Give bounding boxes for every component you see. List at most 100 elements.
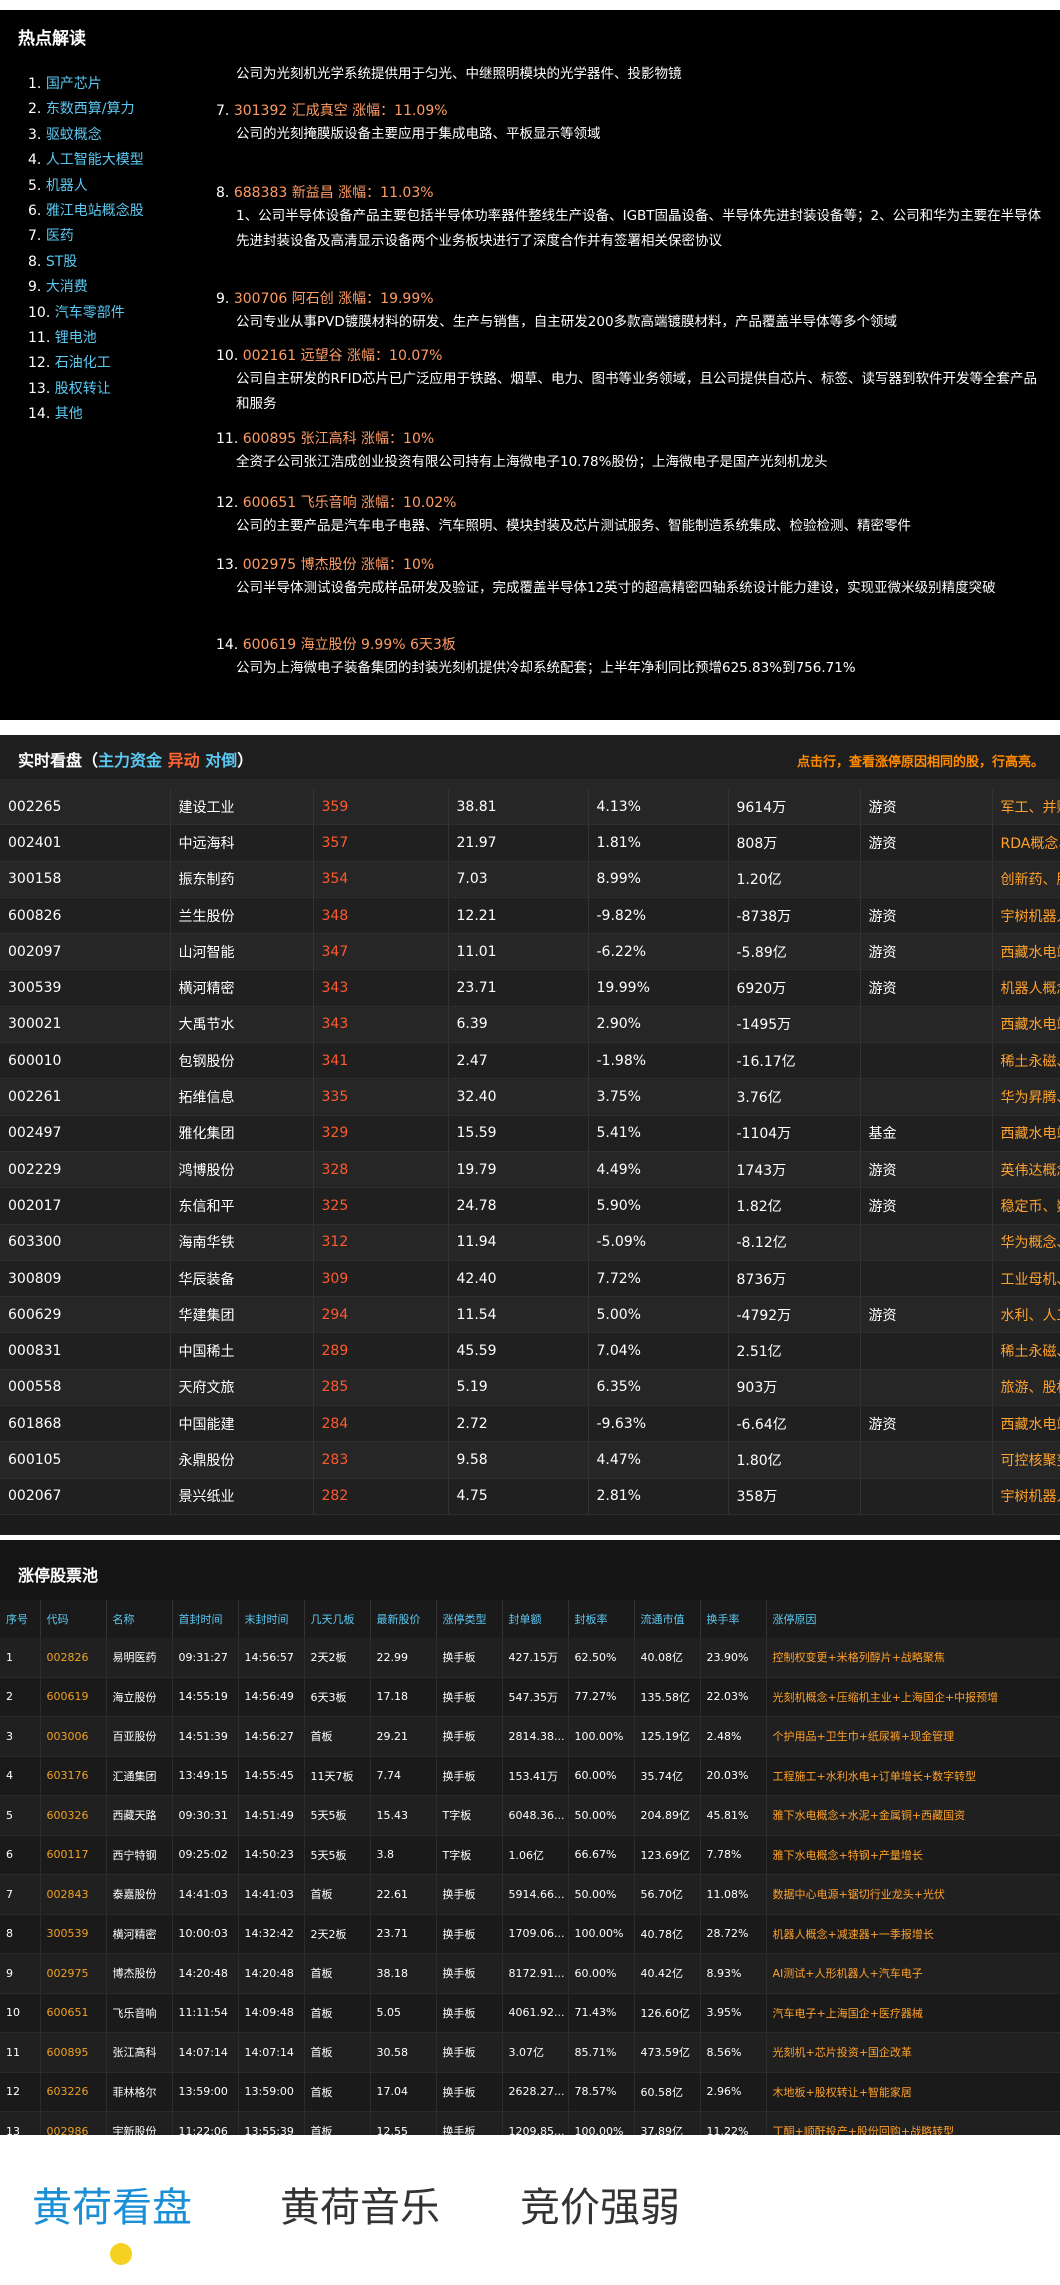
column-header[interactable]: 代码 [40,1600,107,1638]
column-header[interactable]: 涨停原因 [766,1600,1060,1638]
change-pct: 7.72% [588,1260,729,1298]
news-description: 公司半导体测试设备完成样品研发及验证，完成覆盖半导体12英寸的超高精密四轴系统设… [236,580,996,596]
category-label: 机器人 [45,177,88,194]
category-item[interactable]: 1. 国产芯片 [28,72,144,97]
table-cell: 09:31:27 [172,1638,239,1678]
category-item[interactable]: 10. 汽车零部件 [28,301,144,326]
table-row[interactable]: 10 600651 飞乐音响 11:11:54 14:09:48 首板 5.05 换手板 406… [0,1993,1060,2033]
category-item[interactable]: 2. 东数西算/算力 [28,97,144,122]
tab-cross-trade[interactable]: 对倒 [205,751,237,770]
table-row[interactable]: 002401中远海科35721.971.81%808万游资RDA概念、信创 [0,824,1060,862]
realtime-header: 实时看盘（主力资金 异动 对倒） 点击行，查看涨停原因相同的股，行高亮。 [0,735,1060,780]
table-cell: 汽车电子+上海国企+医疗器械 [766,1993,1060,2033]
column-header[interactable]: 最新股价 [370,1600,437,1638]
nav-tab-music[interactable]: 黄荷音乐 [280,2175,440,2233]
news-item[interactable]: 8. 688383 新益昌 涨幅：11.03% 1、公司半导体设备产品主要包括半导… [216,182,1046,254]
table-row[interactable]: 000558天府文旅2855.196.35%903万 旅游、股权转让 [0,1369,1060,1407]
table-row[interactable]: 600629华建集团29411.545.00%-4792万游资水利、人工智能 [0,1296,1060,1334]
news-item[interactable]: 13. 002975 博杰股份 涨幅：10% 公司半导体测试设备完成样品研发及验证… [216,554,1046,601]
news-item[interactable]: 12. 600651 飞乐音响 涨幅：10.02% 公司的主要产品是汽车电子电器、… [216,492,1046,539]
table-cell: 29.21 [370,1716,437,1757]
news-description: 公司的主要产品是汽车电子电器、汽车照明、模块封装及芯片测试服务、智能制造系统集成… [236,518,911,534]
table-cell: 9 [0,1953,41,1994]
table-row[interactable]: 300539横河精密34323.7119.99%6920万游资机器人概念、减速器 [0,969,1060,1007]
table-cell: 427.15万 [502,1638,569,1678]
table-row[interactable]: 300809华辰装备30942.407.72%8736万 工业母机、芯片 [0,1260,1060,1298]
table-row[interactable]: 000831中国稀土28945.597.04%2.51亿 稀土永磁、平台经济 [0,1332,1060,1370]
table-row[interactable]: 9 002975 博杰股份 14:20:48 14:20:48 首板 38.18 换手板 817… [0,1953,1060,1994]
table-row[interactable]: 300021大禹节水3436.392.90%-1495万 西藏水电站、水利 [0,1006,1060,1044]
table-cell: 60.00% [568,1953,635,1994]
change-pct: -9.63% [588,1405,729,1443]
category-label: 汽车零部件 [54,304,125,321]
news-item[interactable]: 7. 301392 汇成真空 涨幅：11.09% 公司的光刻掩膜版设备主要应用于集… [216,100,1046,147]
table-row[interactable]: 002017东信和平32524.785.90%1.82亿游资稳定币、数字经济 [0,1187,1060,1225]
table-cell: 600895 [40,2032,107,2073]
table-row[interactable]: 7 002843 泰嘉股份 14:41:03 14:41:03 首板 22.61 换手板 591… [0,1874,1060,1915]
table-row[interactable]: 002067景兴纸业2824.752.81%358万 宇树机器人、造纸 [0,1478,1060,1515]
table-row[interactable]: 600826兰生股份34812.21-9.82%-8738万游资宇树机器人、首发… [0,897,1060,935]
column-header[interactable]: 末封时间 [238,1600,305,1638]
column-header[interactable]: 几天几板 [304,1600,371,1638]
category-item[interactable]: 5. 机器人 [28,174,144,199]
category-item[interactable]: 8. ST股 [28,250,144,275]
news-stock-change: 688383 新益昌 涨幅：11.03% [233,185,434,201]
table-row[interactable]: 6 600117 西宁特钢 09:25:02 14:50:23 5天5板 3.8 T字板 1.0… [0,1835,1060,1875]
table-row[interactable]: 002265建设工业35938.814.13%9614万游资军工、并购重组 [0,789,1060,826]
table-row[interactable]: 5 600326 西藏天路 09:30:31 14:51:49 5天5板 15.43 T字板 6… [0,1795,1060,1836]
category-item[interactable]: 14. 其他 [28,402,144,427]
nav-tab-auction[interactable]: 竞价强弱 [520,2175,680,2233]
table-row[interactable]: 300158振东制药3547.038.99%1.20亿 创新药、肝炎概念 [0,861,1060,898]
bottom-nav: 黄荷看盘 黄荷音乐 竞价强弱 [0,2135,1060,2285]
table-cell: 5.05 [370,1993,437,2033]
table-row[interactable]: 12 603226 菲林格尔 13:59:00 13:59:00 首板 17.04 换手板 26… [0,2072,1060,2112]
category-item[interactable]: 13. 股权转让 [28,377,144,402]
news-item[interactable]: 11. 600895 张江高科 涨幅：10% 全资子公司张江浩成创业投资有限公司持… [216,428,1046,475]
table-row[interactable]: 002497雅化集团32915.595.41%-1104万基金西藏水电站、汽车零… [0,1115,1060,1152]
tab-main-capital[interactable]: 主力资金 [98,751,162,770]
column-header[interactable]: 换手率 [700,1600,767,1638]
category-item[interactable]: 6. 雅江电站概念股 [28,199,144,224]
category-item[interactable]: 9. 大消费 [28,275,144,300]
column-header[interactable]: 序号 [0,1600,41,1638]
table-row[interactable]: 603300海南华铁31211.94-5.09%-8.12亿 华为概念、算力 [0,1224,1060,1261]
category-item[interactable]: 7. 医药 [28,224,144,249]
column-header[interactable]: 封板率 [568,1600,635,1638]
table-row[interactable]: 11 600895 张江高科 14:07:14 14:07:14 首板 30.58 换手板 3.… [0,2032,1060,2073]
table-cell: 菲林格尔 [106,2072,173,2112]
table-row[interactable]: 601868中国能建2842.72-9.63%-6.64亿游资西藏水电站、中字头 [0,1405,1060,1443]
news-description: 1、公司半导体设备产品主要包括半导体功率器件整线生产设备、IGBT固晶设备、半导… [236,208,1042,249]
tab-abnormal[interactable]: 异动 [168,751,200,770]
category-item[interactable]: 12. 石油化工 [28,351,144,376]
category-item[interactable]: 4. 人工智能大模型 [28,148,144,173]
category-item[interactable]: 11. 锂电池 [28,326,144,351]
table-row[interactable]: 2 600619 海立股份 14:55:19 14:56:49 6天3板 17.18 换手板 5… [0,1677,1060,1717]
table-row[interactable]: 002097山河智能34711.01-6.22%-5.89亿游资西藏水电站、消费… [0,933,1060,971]
table-row[interactable]: 4 603176 汇通集团 13:49:15 14:55:45 11天7板 7.74 换手板 1… [0,1756,1060,1796]
table-row[interactable]: 13 002986 宇新股份 11:22:06 13:55:39 首板 12.55 换手板 12… [0,2111,1060,2135]
table-row[interactable]: 1 002826 易明医药 09:31:27 14:56:57 2天2板 22.99 换手板 4… [0,1638,1060,1678]
column-header[interactable]: 流通市值 [634,1600,701,1638]
table-row[interactable]: 600105永鼎股份2839.584.47%1.80亿 可控核聚变、5G [0,1441,1060,1479]
capital-type: 游资 [860,824,993,862]
table-cell: 丁酮+顺酐投产+股份回购+战略转型 [766,2111,1060,2135]
table-row[interactable]: 3 003006 百亚股份 14:51:39 14:56:27 首板 29.21 换手板 281… [0,1716,1060,1757]
nav-tab-market[interactable]: 黄荷看盘 [32,2175,192,2233]
table-row[interactable]: 600010包钢股份3412.47-1.98%-16.17亿 稀土永磁、铁矿石 [0,1042,1060,1080]
table-row[interactable]: 002261拓维信息33532.403.75%3.76亿 华为昇腾、算力 [0,1078,1060,1116]
column-header[interactable]: 名称 [106,1600,173,1638]
table-row[interactable]: 8 300539 横河精密 10:00:03 14:32:42 2天2板 23.71 换手板 1… [0,1914,1060,1954]
column-header[interactable]: 涨停类型 [436,1600,503,1638]
news-item[interactable]: 14. 600619 海立股份 9.99% 6天3板 公司为上海微电子装备集团的封… [216,634,1046,681]
column-header[interactable]: 封单额 [502,1600,569,1638]
change-pct: -9.82% [588,897,729,935]
column-header[interactable]: 首封时间 [172,1600,239,1638]
price: 6.39 [448,1006,589,1044]
table-row[interactable]: 002229鸿博股份32819.794.49%1743万游资英伟达概念、Chat… [0,1151,1060,1189]
realtime-hint: 点击行，查看涨停原因相同的股，行高亮。 [796,755,1044,770]
table-cell: 4061.92... [502,1993,569,2033]
news-item[interactable]: 10. 002161 远望谷 涨幅：10.07% 公司自主研发的RFID芯片已广泛… [216,345,1046,417]
news-item[interactable]: 9. 300706 阿石创 涨幅：19.99% 公司专业从事PVD镀膜材料的研发、… [216,288,1046,335]
category-item[interactable]: 3. 驱蚊概念 [28,123,144,148]
fund-flow: -4792万 [728,1296,861,1334]
